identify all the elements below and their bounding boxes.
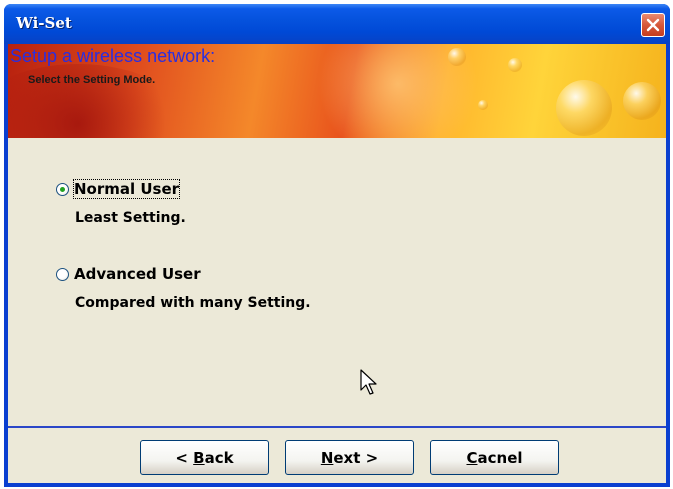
back-prefix: < bbox=[175, 448, 194, 467]
next-rest: ext > bbox=[333, 448, 379, 467]
cancel-button[interactable]: Cacnel bbox=[430, 440, 559, 475]
title-bar[interactable]: Wi-Set bbox=[4, 4, 670, 44]
footer-separator bbox=[8, 426, 666, 428]
mouse-cursor-icon bbox=[360, 369, 377, 395]
dialog-body: Setup a wireless network: Select the Set… bbox=[8, 44, 666, 483]
back-rest: ack bbox=[204, 448, 234, 467]
back-accelerator: B bbox=[193, 448, 205, 467]
normal-user-description: Least Setting. bbox=[75, 210, 186, 226]
cancel-accelerator: C bbox=[466, 448, 478, 467]
window-title: Wi-Set bbox=[16, 14, 72, 32]
advanced-user-label[interactable]: Advanced User bbox=[74, 265, 201, 283]
close-button[interactable] bbox=[641, 13, 665, 37]
normal-user-radio[interactable] bbox=[56, 183, 69, 196]
header-banner: Setup a wireless network: Select the Set… bbox=[8, 44, 666, 138]
next-accelerator: N bbox=[320, 448, 334, 467]
back-button[interactable]: < Back bbox=[140, 440, 269, 475]
banner-title: Setup a wireless network: bbox=[10, 46, 216, 66]
next-button[interactable]: Next > bbox=[285, 440, 414, 475]
cancel-rest: acnel bbox=[477, 448, 523, 467]
close-icon bbox=[646, 18, 660, 32]
wizard-window: Wi-Set Setup a wireless network: Select … bbox=[4, 4, 670, 487]
normal-user-label[interactable]: Normal User bbox=[72, 179, 181, 199]
advanced-user-description: Compared with many Setting. bbox=[75, 295, 311, 311]
radio-selected-dot bbox=[60, 187, 65, 192]
banner-subtitle: Select the Setting Mode. bbox=[28, 74, 156, 86]
advanced-user-radio[interactable] bbox=[56, 268, 69, 281]
